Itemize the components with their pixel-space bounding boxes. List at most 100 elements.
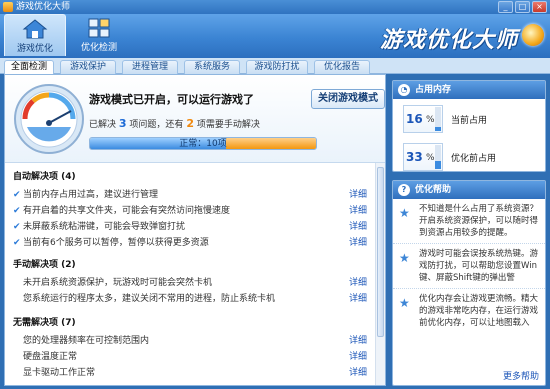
check-icon: ✔: [13, 206, 21, 216]
star-icon: ★: [399, 296, 410, 310]
list-item: ✔ 当前有6个服务可以暂停，暂停以获得更多资源 详细: [13, 235, 375, 248]
detail-link[interactable]: 详细: [349, 235, 367, 248]
help-tip: ★ 不知道是什么占用了系统资源？开启系统资源保护，可以随时得到资源占用较多的提醒。: [393, 199, 545, 244]
help-tip: ★ 优化内存会让游戏更流畅。精大的游戏非常吃内存，在运行游戏前优化内存，可以让地图…: [393, 289, 545, 333]
subtab-full-check[interactable]: 全面检测: [4, 60, 54, 75]
item-text: 有开启着的共享文件夹，可能会有突然访问拖慢速度: [23, 206, 231, 216]
list-item: 未开启系统资源保护，玩游戏时可能会突然卡机 详细: [13, 275, 375, 288]
tip-text: 优化内存会让游戏更流畅。精大的游戏非常吃内存，在运行游戏前优化内存，可以让地图载…: [419, 294, 539, 328]
brand-orb-icon: [522, 24, 544, 46]
memory-level-fill: [435, 127, 441, 131]
detail-link[interactable]: 详细: [349, 219, 367, 232]
star-icon: ★: [399, 251, 410, 265]
item-text: 当前内存占用过高，建议进行管理: [23, 190, 159, 200]
memory-panel: ◔ 占用内存 16 % 当前占用 33 % 优化前占用: [392, 80, 546, 172]
tip-text: 游戏时可能会误按系统热键。游戏防打扰，可以帮助您设置Win键、屏蔽Shift键的…: [419, 249, 539, 283]
help-panel: ? 优化帮助 ★ 不知道是什么占用了系统资源？开启系统资源保护，可以随时得到资源占…: [392, 180, 546, 386]
scrollbar-thumb[interactable]: [377, 167, 384, 337]
list-item: ✔ 当前内存占用过高，建议进行管理 详细: [13, 187, 375, 200]
help-panel-header: ? 优化帮助: [393, 181, 545, 199]
help-icon: ?: [398, 184, 410, 196]
home-icon: [22, 18, 48, 40]
detail-link[interactable]: 详细: [349, 203, 367, 216]
close-button[interactable]: ×: [532, 1, 547, 13]
memory-before: 33 % 优化前占用: [399, 143, 539, 175]
list-item: 您系统运行的程序太多，建议关闭不常用的进程，防止系统卡机 详细: [13, 291, 375, 304]
detail-link[interactable]: 详细: [349, 349, 367, 362]
memory-level-bar: [435, 145, 441, 169]
detail-link[interactable]: 详细: [349, 365, 367, 378]
check-icon: ✔: [13, 238, 21, 248]
resolved-prefix: 已解决: [89, 120, 117, 130]
list-item: 硬盘温度正常 详细: [13, 349, 375, 362]
memory-level-fill: [435, 161, 441, 169]
resolved-count: 3: [118, 117, 127, 130]
memory-before-value: 33: [406, 150, 423, 164]
memory-current-value: 16: [406, 112, 423, 126]
item-text: 当前有6个服务可以暂停，暂停以获得更多资源: [23, 238, 209, 248]
window-controls: _ □ ×: [498, 1, 547, 13]
section-title-manual: 手动解决项 (2): [13, 260, 76, 270]
window-title: 游戏优化大师: [16, 2, 71, 12]
subtab-report[interactable]: 优化报告: [314, 60, 370, 74]
pie-chart-icon: ◔: [398, 84, 410, 96]
item-text: 显卡驱动工作正常: [23, 368, 96, 378]
memory-title: 占用内存: [415, 85, 452, 95]
brand-logo-text: 游戏优化大师: [379, 28, 518, 53]
progress-text: 正常：10项: [179, 139, 227, 149]
item-text: 您的处理器频率在可控制范围内: [23, 336, 150, 346]
more-help-link[interactable]: 更多帮助: [503, 369, 539, 382]
list-item: ✔ 未屏蔽系统粘滞键，可能会导致弹窗打扰 详细: [13, 219, 375, 232]
tab-label: 游戏优化: [16, 44, 53, 54]
detail-link[interactable]: 详细: [349, 187, 367, 200]
memory-current: 16 % 当前占用: [399, 105, 539, 137]
subtab-system-service[interactable]: 系统服务: [184, 60, 240, 74]
item-text: 您系统运行的程序太多，建议关闭不常用的进程，防止系统卡机: [23, 294, 276, 304]
item-text: 硬盘温度正常: [23, 352, 78, 362]
maximize-button[interactable]: □: [515, 1, 530, 13]
check-result-list: 自动解决项 (4) ✔ 当前内存占用过高，建议进行管理 详细 ✔ 有开启着的共享文件夹…: [5, 167, 375, 385]
grid-icon: [86, 17, 112, 39]
header: 游戏优化 优化检测 游戏优化大师: [0, 14, 550, 58]
subtab-bar: 全面检测 游戏保护 进程管理 系统服务 游戏防打扰 优化报告: [0, 58, 550, 75]
main-panel: 游戏模式已开启，可以运行游戏了 已解决 3 项问题，还有 2 项需要手动解决 关…: [4, 74, 386, 386]
tip-text: 不知道是什么占用了系统资源？开启系统资源保护，可以随时得到资源占用较多的提醒。: [419, 204, 539, 238]
tab-game-optimize[interactable]: 游戏优化: [4, 14, 66, 56]
memory-level-bar: [435, 107, 441, 131]
section-title-noneed: 无需解决项 (7): [13, 318, 76, 328]
list-item: 您的处理器频率在可控制范围内 详细: [13, 333, 375, 346]
speed-gauge-icon: [14, 84, 84, 154]
resolved-suffix: 项问题，还有: [129, 120, 184, 130]
check-icon: ✔: [13, 190, 21, 200]
memory-panel-header: ◔ 占用内存: [393, 81, 545, 99]
minimize-button[interactable]: _: [498, 1, 513, 13]
subtab-game-protect[interactable]: 游戏保护: [60, 60, 116, 74]
tab-label: 优化检测: [80, 43, 117, 53]
star-icon: ★: [399, 206, 410, 220]
status-title: 游戏模式已开启，可以运行游戏了: [89, 93, 254, 106]
check-icon: ✔: [13, 222, 21, 232]
section-title-auto: 自动解决项 (4): [13, 172, 76, 182]
memory-before-label: 优化前占用: [451, 154, 497, 164]
memory-current-label: 当前占用: [451, 116, 488, 126]
list-item: ✔ 有开启着的共享文件夹，可能会有突然访问拖慢速度 详细: [13, 203, 375, 216]
list-item: 显卡驱动工作正常 详细: [13, 365, 375, 378]
detail-link[interactable]: 详细: [349, 275, 367, 288]
summary-panel: 游戏模式已开启，可以运行游戏了 已解决 3 项问题，还有 2 项需要手动解决 关…: [5, 75, 385, 163]
subtab-anti-disturb[interactable]: 游戏防打扰: [246, 60, 308, 74]
title-bar: 游戏优化大师 _ □ ×: [0, 0, 550, 14]
memory-value-box: 33 %: [403, 143, 443, 171]
help-title: 优化帮助: [415, 185, 452, 195]
detail-link[interactable]: 详细: [349, 333, 367, 346]
subtab-process-manage[interactable]: 进程管理: [122, 60, 178, 74]
detail-link[interactable]: 详细: [349, 291, 367, 304]
remaining-suffix: 项需要手动解决: [196, 120, 260, 130]
tab-optimize-check[interactable]: 优化检测: [68, 14, 130, 56]
app-icon: [3, 2, 13, 12]
close-game-mode-button[interactable]: 关闭游戏模式: [311, 89, 385, 109]
remaining-count: 2: [186, 117, 194, 130]
item-text: 未屏蔽系统粘滞键，可能会导致弹窗打扰: [23, 222, 186, 232]
percent-sign: %: [426, 153, 435, 163]
list-scrollbar[interactable]: [375, 163, 385, 385]
help-tip: ★ 游戏时可能会误按系统热键。游戏防打扰，可以帮助您设置Win键、屏蔽Shift键…: [393, 244, 545, 289]
